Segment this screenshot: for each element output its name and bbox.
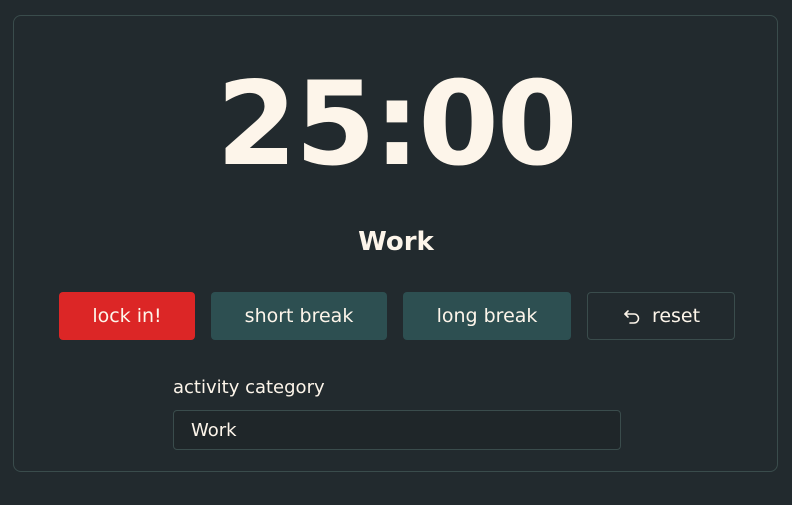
long-break-button[interactable]: long break: [403, 292, 571, 340]
current-mode-label: Work: [358, 227, 434, 257]
timer-display: 25:00: [216, 57, 577, 192]
lock-in-button[interactable]: lock in!: [59, 292, 195, 340]
undo-arrow-icon: [622, 306, 642, 326]
short-break-button[interactable]: short break: [211, 292, 387, 340]
activity-category-label: activity category: [173, 377, 325, 398]
activity-category-input[interactable]: [173, 410, 621, 450]
reset-button-label: reset: [651, 305, 701, 327]
reset-button[interactable]: reset: [587, 292, 735, 340]
